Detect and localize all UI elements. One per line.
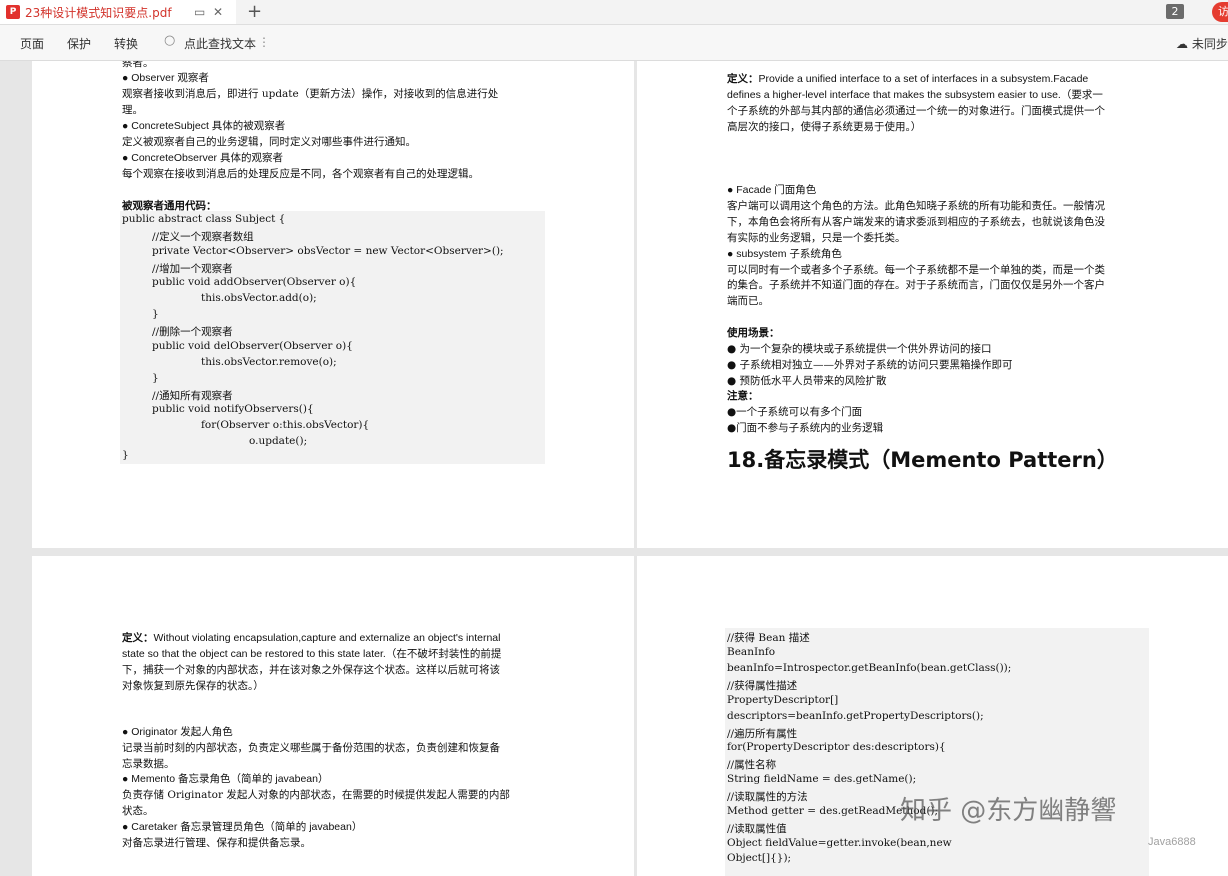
toolbar: 页面 保护 转换 ○ 点此查找文本 ⋮ ☁ 未同步: [0, 25, 1228, 61]
code-line: //删除一个观察者: [152, 326, 233, 338]
code-line: //获得 Bean 描述: [727, 632, 810, 644]
list-item: ●门面不参与子系统内的业务逻辑: [727, 422, 884, 434]
text-line: ● Facade 门面角色: [727, 184, 817, 196]
def-line: Provide a unified interface to a set of …: [758, 73, 1089, 85]
menu-page[interactable]: 页面: [20, 35, 44, 52]
text-line: ● ConcreteSubject 具体的被观察者: [122, 120, 286, 132]
text-line: ● Originator 发起人角色: [122, 726, 233, 738]
code-line: //读取属性的方法: [727, 791, 808, 803]
text-line: 下，本角色会将所有从客户端发来的请求委派到相应的子系统去，也就说该角色没: [727, 216, 1105, 228]
text-line: 定义被观察者自己的业务逻辑，同时定义对哪些事件进行通知。: [122, 136, 416, 148]
list-item: ● 预防低水平人员带来的风险扩散: [727, 375, 887, 387]
close-icon[interactable]: ✕: [213, 5, 223, 19]
code-line: //定义一个观察者数组: [152, 231, 254, 243]
watermark: 知乎 @东方幽静響: [900, 796, 1117, 826]
text-line: 理。: [122, 104, 143, 116]
list-item: ● 子系统相对独立——外界对子系统的访问只要黑箱操作即可: [727, 359, 1013, 371]
code-line: PropertyDescriptor[]: [727, 694, 839, 706]
pdf-page-2: 定义：Provide a unified interface to a set …: [637, 61, 1228, 548]
section-heading: 18.备忘录模式（Memento Pattern）: [727, 448, 1118, 472]
pdf-icon: P: [6, 5, 20, 19]
text-line: 的集合。子系统并不知道门面的存在。对于子系统而言，门面仅仅是另外一个客户: [727, 279, 1105, 291]
account-button[interactable]: 访: [1212, 2, 1228, 22]
text-line: 忘录数据。: [122, 758, 175, 770]
tab-title: 23种设计模式知识要点.pdf: [25, 5, 172, 20]
text-line: 客户端可以调用这个角色的方法。此角色知晓子系统的所有功能和责任。一般情况: [727, 200, 1105, 212]
text-line: 有实际的业务逻辑，只是一个委托类。: [727, 232, 906, 244]
pdf-page-4: //获得 Bean 描述 BeanInfo beanInfo=Introspec…: [637, 556, 1228, 876]
new-tab-icon[interactable]: +: [247, 1, 262, 22]
text-line: ● ConcreteObserver 具体的观察者: [122, 152, 283, 164]
code-line: beanInfo=Introspector.getBeanInfo(bean.g…: [727, 662, 1012, 674]
code-line: for(Observer o:this.obsVector){: [201, 419, 370, 431]
text-line: 状态。: [122, 805, 154, 817]
tab-bar: P 23种设计模式知识要点.pdf ▭ ✕ + 2 访: [0, 0, 1228, 25]
text-line: ● Caretaker 备忘录管理员角色（简单的 javabean）: [122, 821, 363, 833]
list-item: ●一个子系统可以有多个门面: [727, 406, 863, 418]
window-count-badge[interactable]: 2: [1166, 4, 1184, 19]
code-line: }: [122, 449, 129, 461]
pdf-page-3: 定义：Without violating encapsulation,captu…: [32, 556, 634, 876]
text-line: ● subsystem 子系统角色: [727, 248, 842, 260]
text-line: 负责存储 Originator 发起人对象的内部状态，在需要的时候提供发起人需要…: [122, 789, 510, 801]
code-line: public void delObserver(Observer o){: [152, 340, 353, 352]
code-line: this.obsVector.add(o);: [201, 292, 317, 304]
code-line: }: [152, 308, 159, 320]
section-title: 注意：: [727, 390, 759, 402]
menu-protect[interactable]: 保护: [67, 35, 91, 52]
text-line: 下，捕获一个对象的内部状态，并在该对象之外保存这个状态。这样以后就可将该: [122, 664, 500, 676]
code-line: //遍历所有属性: [727, 728, 798, 740]
text-line: ● Memento 备忘录角色（简单的 javabean）: [122, 773, 329, 785]
def-label: 定义：: [122, 632, 154, 644]
code-line: //获得属性描述: [727, 680, 798, 692]
code-line: }: [152, 372, 159, 384]
text-line: 记录当前时刻的内部状态，负责定义哪些属于备份范围的状态，负责创建和恢复备: [122, 742, 500, 754]
code-line: BeanInfo: [727, 646, 776, 658]
code-line: private Vector<Observer> obsVector = new…: [152, 245, 504, 257]
pdf-page-1: 察者。 ● Observer 观察者 观察者接收到消息后，即进行 update（…: [32, 61, 634, 548]
watermark-sub: Java6888: [1148, 836, 1196, 848]
def-line: Without violating encapsulation,capture …: [153, 632, 501, 644]
code-line: //增加一个观察者: [152, 263, 233, 275]
code-line: String fieldName = des.getName();: [727, 773, 917, 785]
code-line: this.obsVector.remove(o);: [201, 356, 337, 368]
text-line: 高层次的接口，使得子系统更易于使用。）: [727, 121, 922, 133]
text-line: 察者。: [122, 61, 154, 69]
code-line: //属性名称: [727, 759, 777, 771]
code-line: public void addObserver(Observer o){: [152, 276, 357, 288]
text-line: 对象恢复到原先保存的状态。）: [122, 680, 264, 692]
code-line: //读取属性值: [727, 823, 787, 835]
code-line: public void notifyObservers(){: [152, 403, 314, 415]
section-title: 使用场景：: [727, 327, 780, 339]
code-line: public abstract class Subject {: [122, 213, 286, 225]
code-line: for(PropertyDescriptor des:descriptors){: [727, 741, 946, 753]
def-label: 定义：: [727, 73, 759, 85]
pin-icon[interactable]: ▭: [194, 5, 205, 19]
code-line: descriptors=beanInfo.getPropertyDescript…: [727, 710, 984, 722]
list-item: ● 为一个复杂的模块或子系统提供一个供外界访问的接口: [727, 343, 992, 355]
code-line: Object fieldValue=getter.invoke(bean,new: [727, 837, 952, 849]
text-line: 定义：Without violating encapsulation,captu…: [122, 630, 500, 645]
sync-label: 未同步: [1191, 37, 1228, 51]
text-line: 端而已。: [727, 295, 769, 307]
text-line: defines a higher-level interface that ma…: [727, 89, 1103, 101]
menu-convert[interactable]: 转换: [114, 35, 138, 52]
code-line: Object[]{});: [727, 852, 792, 864]
sync-status[interactable]: ☁ 未同步: [1176, 35, 1228, 52]
text-line: 定义：Provide a unified interface to a set …: [727, 71, 1088, 86]
text-line: 可以同时有一个或者多个子系统。每一个子系统都不是一个单独的类，而是一个类: [727, 264, 1105, 276]
search-icon[interactable]: ○: [164, 33, 175, 48]
text-line: 对备忘录进行管理、保存和提供备忘录。: [122, 837, 311, 849]
text-line: state so that the object can be restored…: [122, 648, 502, 660]
text-line: 个子系统的外部与其内部的通信必须通过一个统一的对象进行。门面模式提供一个: [727, 105, 1105, 117]
text-line: 每个观察在接收到消息后的处理反应是不同，各个观察者有自己的处理逻辑。: [122, 168, 479, 180]
text-line: 观察者接收到消息后，即进行 update（更新方法）操作，对接收到的信息进行处: [122, 88, 499, 100]
more-icon[interactable]: ⋮: [258, 35, 270, 49]
text-line: ● Observer 观察者: [122, 72, 209, 84]
search-text-input[interactable]: 点此查找文本: [184, 35, 256, 52]
code-line: o.update();: [249, 435, 308, 447]
code-line: //通知所有观察者: [152, 390, 233, 402]
